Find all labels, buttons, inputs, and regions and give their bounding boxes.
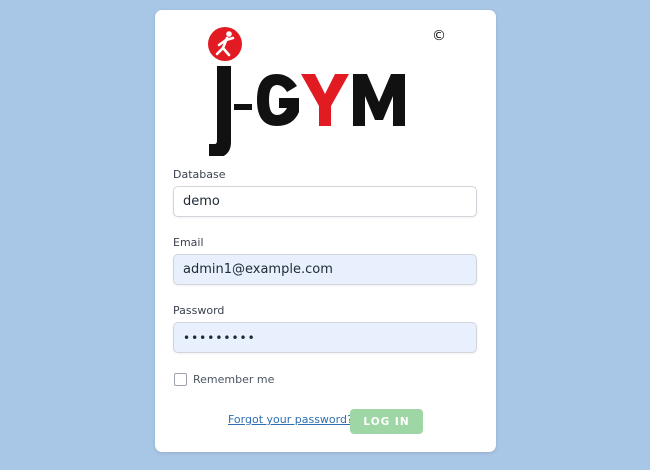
- logo-letter-g: [257, 74, 299, 126]
- remember-me-checkbox[interactable]: [174, 373, 187, 386]
- email-input[interactable]: [173, 254, 477, 285]
- logo-letter-y: [301, 74, 349, 126]
- password-label: Password: [173, 304, 225, 317]
- database-label: Database: [173, 168, 226, 181]
- copyright-symbol: ©: [432, 28, 446, 44]
- login-button[interactable]: LOG IN: [350, 409, 423, 434]
- logo-dash: [234, 104, 252, 110]
- email-label: Email: [173, 236, 204, 249]
- remember-me-row[interactable]: Remember me: [174, 373, 274, 386]
- jgym-logo: ©: [208, 27, 446, 156]
- logo-letter-m: [353, 74, 405, 126]
- login-card: © Database Email Password Remember me Fo…: [155, 10, 496, 452]
- logo-letter-j: [209, 66, 231, 156]
- password-input[interactable]: [173, 322, 477, 353]
- forgot-password-link[interactable]: Forgot your password?: [228, 413, 353, 426]
- database-input[interactable]: [173, 186, 477, 217]
- remember-me-label: Remember me: [193, 373, 275, 386]
